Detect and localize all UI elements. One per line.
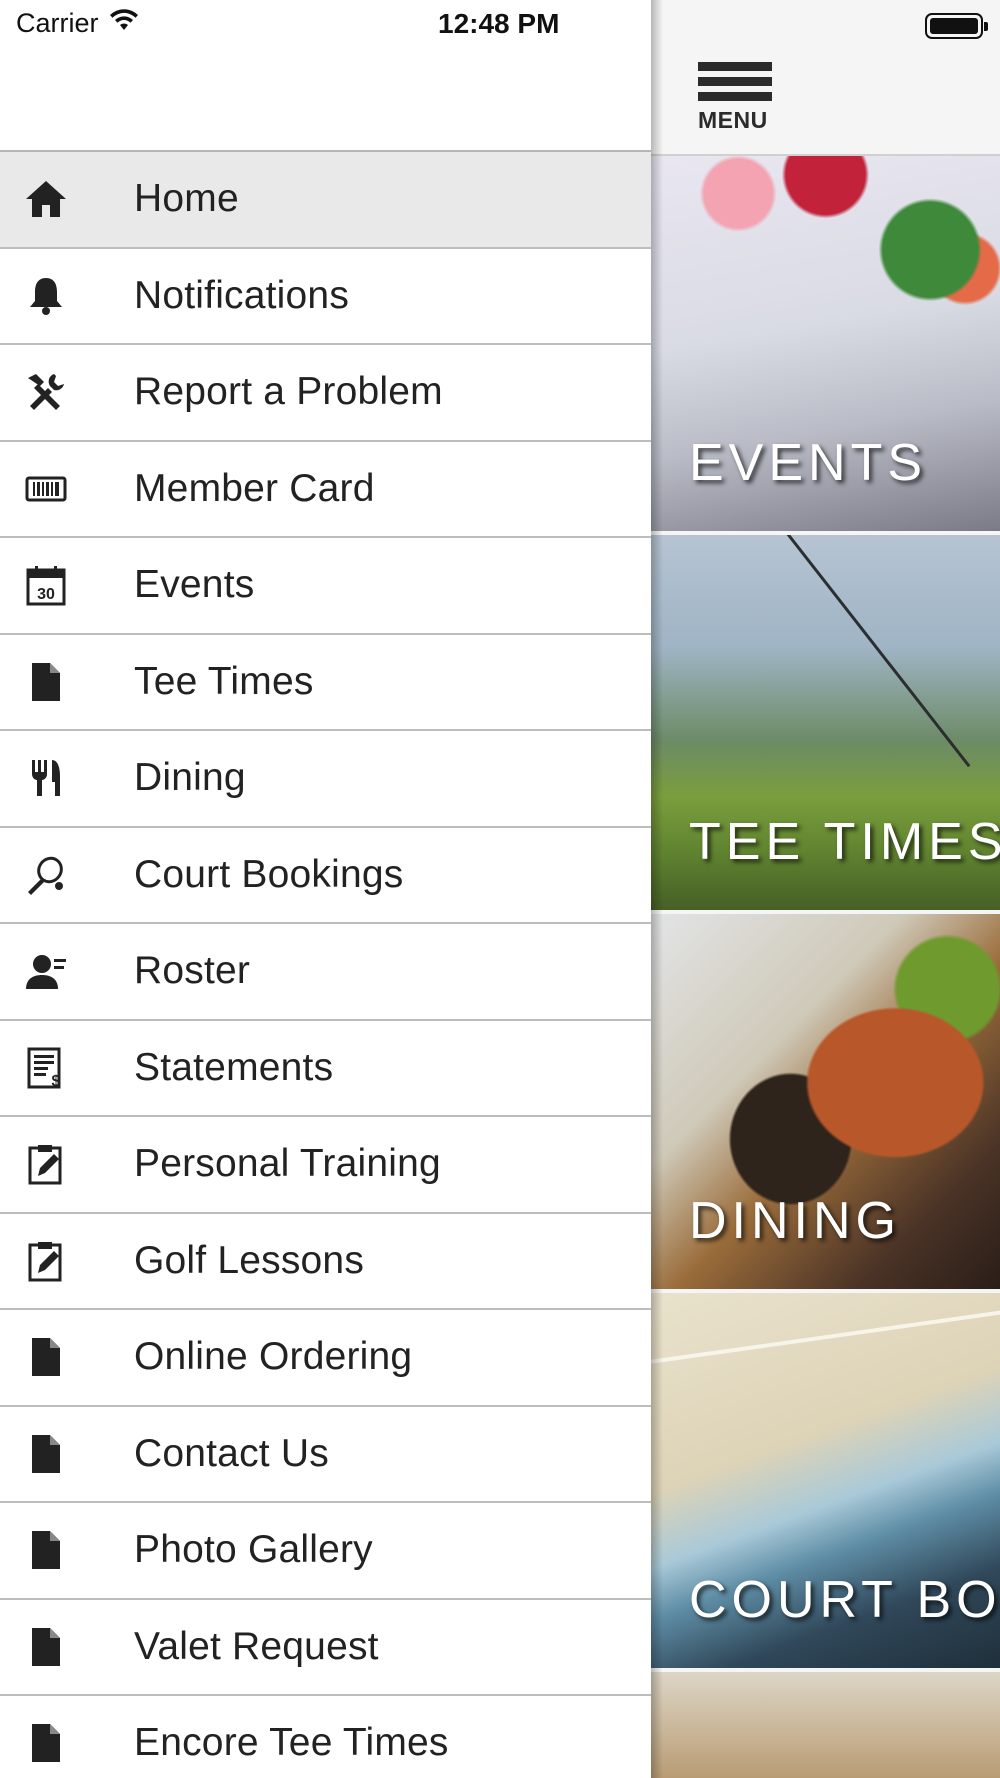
status-time: 12:48 PM [438,8,560,39]
sidebar-item-label: Court Bookings [134,852,404,896]
sidebar-item-roster[interactable]: Roster [0,924,651,1021]
document-icon [24,1719,120,1767]
home-icon [24,175,120,223]
svg-text:$: $ [52,1073,61,1090]
carrier-label: Carrier [16,8,99,38]
court-line-image [651,1303,1000,1367]
tile-tee-times[interactable]: TEE TIMES [651,535,1000,910]
sidebar-item-report-problem[interactable]: Report a Problem [0,345,651,442]
hamburger-icon-bar [698,62,772,71]
sidebar-item-tee-times[interactable]: Tee Times [0,634,651,731]
document-icon [24,1430,120,1478]
document-icon [24,1333,120,1381]
sidebar-item-dining[interactable]: Dining [0,731,651,828]
sidebar-item-label: Report a Problem [134,370,443,414]
sidebar-item-events[interactable]: 30 Events [0,538,651,635]
hamburger-icon-bar [698,77,772,86]
status-carrier: Carrier [16,8,139,39]
document-icon [24,1623,120,1671]
drawer-shadow [651,0,663,1778]
sidebar-item-notifications[interactable]: Notifications [0,248,651,345]
sidebar-item-encore-tee-times[interactable]: Encore Tee Times [0,1696,651,1778]
tile-title: COURT BOOKINGS [689,1571,1000,1629]
sidebar-item-label: Golf Lessons [134,1238,365,1282]
tools-icon [24,368,120,416]
wifi-icon [109,8,139,39]
sidebar-item-label: Valet Request [134,1624,379,1668]
calendar-icon: 30 [24,561,120,609]
sidebar-item-label: Online Ordering [134,1335,413,1379]
golf-club-image [771,535,971,768]
statement-icon: $ [24,1044,120,1092]
sidebar-item-online-ordering[interactable]: Online Ordering [0,1310,651,1407]
battery-icon [925,13,988,39]
sidebar-item-label: Photo Gallery [134,1528,373,1572]
tile-next[interactable] [651,1672,1000,1778]
tile-title: EVENTS [689,434,928,492]
sidebar-item-photo-gallery[interactable]: Photo Gallery [0,1503,651,1600]
menu-button-label: MENU [698,107,768,133]
tile-events[interactable]: EVENTS [651,156,1000,531]
user-icon [24,947,120,995]
document-icon [24,1526,120,1574]
document-icon [24,658,120,706]
sidebar-item-label: Encore Tee Times [134,1721,449,1765]
sidebar-item-contact-us[interactable]: Contact Us [0,1406,651,1503]
sidebar-item-label: Events [134,563,255,607]
sidebar-item-statements[interactable]: $ Statements [0,1020,651,1117]
sidebar-item-label: Tee Times [134,659,314,703]
bell-icon [24,272,120,320]
utensils-icon [24,754,120,802]
drawer-menu-list: Home Notifications Report a Problem Memb… [0,152,651,1778]
clipboard-edit-icon [24,1140,120,1188]
clipboard-edit-icon [24,1237,120,1285]
sidebar-item-valet-request[interactable]: Valet Request [0,1599,651,1696]
menu-button[interactable]: MENU [698,62,774,142]
sidebar-item-golf-lessons[interactable]: Golf Lessons [0,1213,651,1310]
sidebar-item-label: Contact Us [134,1431,329,1475]
sidebar-item-label: Roster [134,949,251,993]
tile-dining[interactable]: DINING [651,914,1000,1289]
tile-title: DINING [689,1192,901,1250]
racket-icon [24,851,120,899]
sidebar-item-personal-training[interactable]: Personal Training [0,1117,651,1214]
sidebar-item-label: Home [134,177,239,221]
home-content: MENU EVENTS TEE TIMES DINING COURT BOOKI… [651,0,1000,1778]
sidebar-item-label: Member Card [134,466,375,510]
tile-title: TEE TIMES [689,813,1000,871]
sidebar-item-label: Notifications [134,273,350,317]
navigation-drawer: Carrier 12:48 PM Home Notifications Repo… [0,0,651,1778]
sidebar-item-court-bookings[interactable]: Court Bookings [0,827,651,924]
hamburger-icon-bar [698,92,772,101]
barcode-icon [24,465,120,513]
sidebar-item-label: Statements [134,1045,334,1089]
sidebar-item-label: Personal Training [134,1142,441,1186]
sidebar-item-label: Dining [134,756,246,800]
sidebar-item-home[interactable]: Home [0,152,651,249]
calendar-icon-number: 30 [37,586,55,603]
app-screen: MENU EVENTS TEE TIMES DINING COURT BOOKI… [0,0,1000,1778]
tile-court-bookings[interactable]: COURT BOOKINGS [651,1293,1000,1668]
sidebar-item-member-card[interactable]: Member Card [0,441,651,538]
